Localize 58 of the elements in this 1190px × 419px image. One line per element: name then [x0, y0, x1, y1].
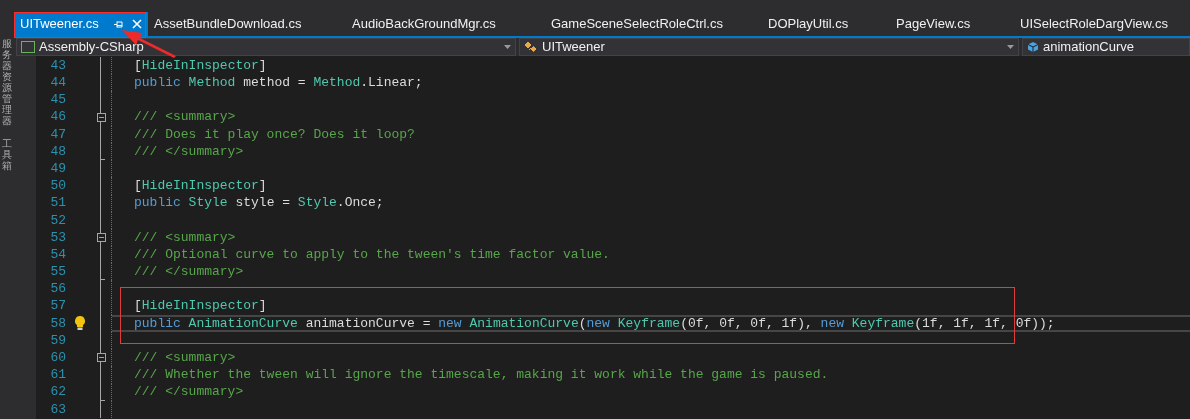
- line-number: 48: [49, 142, 66, 161]
- dropdown-arrow-icon: [1007, 45, 1014, 49]
- dropdown-arrow-icon: [504, 45, 511, 49]
- code-line: [HideInInspector]: [134, 56, 267, 75]
- line-number: 61: [49, 366, 66, 385]
- line-number: 57: [49, 297, 66, 316]
- line-number: 59: [49, 331, 66, 350]
- line-number: 43: [49, 56, 66, 75]
- file-tab[interactable]: UISelectRoleDargView.cs: [1014, 12, 1188, 36]
- code-line: /// </summary>: [134, 263, 244, 282]
- class-icon: [524, 41, 538, 53]
- line-number: 46: [49, 108, 66, 127]
- file-tab[interactable]: AudioBackGroundMgr.cs: [346, 12, 545, 36]
- cube-icon: [1027, 41, 1039, 53]
- code-line: [HideInInspector]: [134, 297, 267, 316]
- code-line: /// <summary>: [134, 108, 236, 127]
- lightbulb-icon[interactable]: [74, 315, 86, 332]
- line-number: 58: [49, 314, 66, 333]
- code-line: /// <summary>: [134, 228, 236, 247]
- code-line: /// </summary>: [134, 142, 244, 161]
- close-icon[interactable]: [132, 19, 142, 29]
- line-number: 51: [49, 194, 66, 213]
- line-number: 52: [49, 211, 66, 230]
- line-number: 55: [49, 263, 66, 282]
- code-line: /// Does it play once? Does it loop?: [134, 125, 415, 144]
- code-line: public Style style = Style.Once;: [134, 194, 384, 213]
- pin-icon[interactable]: [114, 19, 124, 29]
- line-number: 45: [49, 91, 66, 110]
- navigation-dropdown[interactable]: UITweener: [519, 38, 1019, 56]
- file-tab[interactable]: GameSceneSelectRoleCtrl.cs: [545, 12, 762, 36]
- code-line: /// Optional curve to apply to the tween's time factor value.: [134, 245, 610, 264]
- side-panel-tab[interactable]: 工具箱: [2, 138, 12, 171]
- collapse-icon[interactable]: [96, 112, 106, 122]
- code-line: /// Whether the tween will ignore the timescale, making it work while the game is paused.: [134, 366, 829, 385]
- line-number: 44: [49, 74, 66, 93]
- side-panel-tab[interactable]: 服务器资源管理器: [2, 38, 12, 126]
- collapse-icon[interactable]: [96, 232, 106, 242]
- line-number: 50: [49, 177, 66, 196]
- line-number: 54: [49, 245, 66, 264]
- navigation-dropdown[interactable]: Assembly-CSharp: [16, 38, 516, 56]
- line-number: 60: [49, 349, 66, 368]
- line-number: 62: [49, 383, 66, 402]
- line-number: 63: [49, 400, 66, 419]
- collapse-icon[interactable]: [96, 353, 106, 363]
- navigation-dropdown[interactable]: animationCurve: [1022, 38, 1190, 56]
- line-number: 53: [49, 228, 66, 247]
- line-number: 56: [49, 280, 66, 299]
- code-line: [HideInInspector]: [134, 177, 267, 196]
- code-line: public AnimationCurve animationCurve = new AnimationCurve(new Keyframe(0f, 0f, 0f, 1f), new Keyframe(1f, 1f, 1f, 0f));: [134, 314, 1055, 333]
- line-number: 47: [49, 125, 66, 144]
- file-tab[interactable]: DOPlayUtil.cs: [762, 12, 890, 36]
- csharp-icon: [21, 41, 35, 53]
- line-number: 49: [49, 159, 66, 178]
- file-tab[interactable]: PageView.cs: [890, 12, 1014, 36]
- file-tab[interactable]: AssetBundleDownload.cs: [148, 12, 346, 36]
- code-line: public Method method = Method.Linear;: [134, 74, 423, 93]
- code-line: /// </summary>: [134, 383, 244, 402]
- code-line: /// <summary>: [134, 349, 236, 368]
